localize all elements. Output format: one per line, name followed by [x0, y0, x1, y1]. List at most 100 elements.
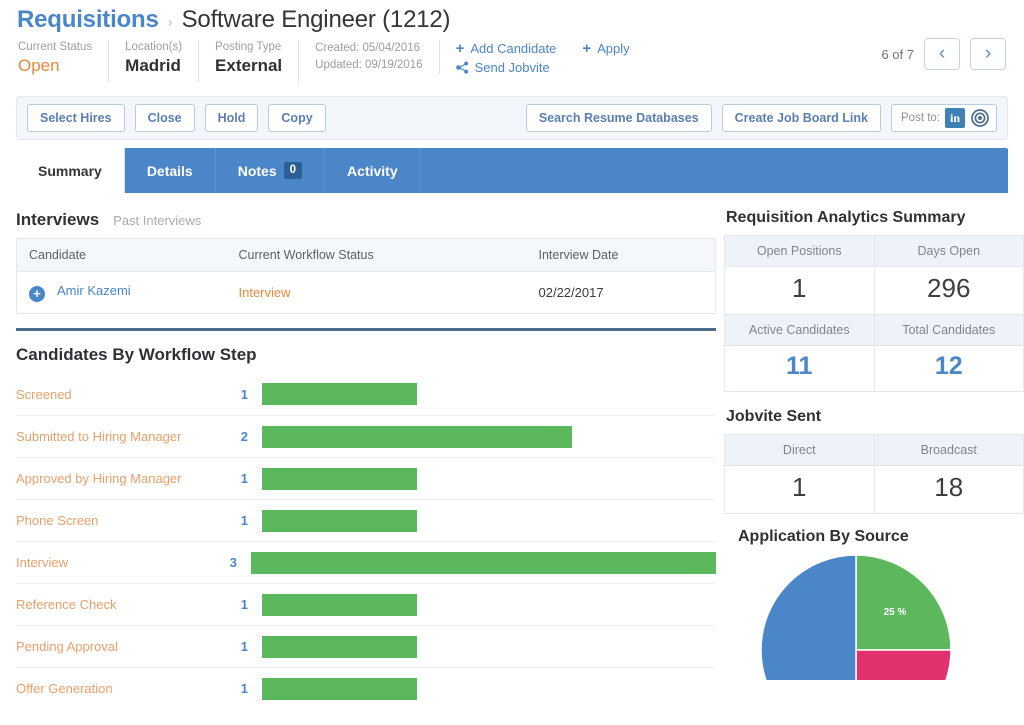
workflow-step-row: Pending Approval 1 — [16, 625, 716, 667]
interviews-header: Interviews Past Interviews — [16, 193, 716, 238]
tab-bar: Summary Details Notes 0 Activity — [16, 148, 1008, 193]
close-button[interactable]: Close — [134, 104, 195, 132]
pie-slice-label: 25 % — [884, 607, 907, 618]
workflow-bar-track — [248, 677, 716, 700]
workflow-step-label[interactable]: Pending Approval — [16, 638, 216, 655]
workflow-step-row: Offer Generation 1 — [16, 667, 716, 709]
workflow-step-label[interactable]: Submitted to Hiring Manager — [16, 428, 216, 445]
send-jobvite-link[interactable]: Send Jobvite — [455, 60, 557, 75]
stat-label: Open Positions — [724, 235, 875, 267]
workflow-step-label[interactable]: Offer Generation — [16, 680, 216, 697]
pie-slice[interactable] — [855, 554, 952, 651]
stat-value: 296 — [873, 266, 1024, 315]
post-to-label: Post to: — [901, 112, 940, 124]
tab-activity-label: Activity — [347, 162, 398, 179]
tab-notes-badge: 0 — [283, 162, 303, 179]
col-interview-date: Interview Date — [526, 238, 716, 272]
col-workflow-status: Current Workflow Status — [226, 238, 527, 272]
analytics-table: Open Positions Days Open 1 296 Active Candid… — [724, 235, 1024, 392]
workflow-step-row: Submitted to Hiring Manager 2 — [16, 415, 716, 457]
workflow-step-row: Phone Screen 1 — [16, 499, 716, 541]
workflow-step-label[interactable]: Screened — [16, 386, 216, 403]
add-candidate-link[interactable]: + Add Candidate — [455, 39, 557, 57]
meta-current-status: Current Status Open — [18, 40, 110, 82]
workflow-step-count: 1 — [240, 681, 248, 696]
plus-icon: + — [455, 39, 465, 57]
select-hires-button[interactable]: Select Hires — [27, 104, 125, 132]
stat-label-row: Open Positions Days Open — [724, 235, 1024, 267]
next-record-button[interactable]: › — [970, 38, 1006, 70]
tab-details-label: Details — [146, 162, 193, 179]
workflow-step-count: 2 — [240, 429, 248, 444]
interviews-table-header-row: Candidate Current Workflow Status Interv… — [16, 238, 716, 272]
breadcrumb-requisitions-link[interactable]: Requisitions — [17, 6, 159, 34]
workflow-bar-track — [248, 593, 716, 616]
apply-link[interactable]: + Apply — [582, 39, 630, 57]
stat-label-row: Direct Broadcast — [724, 434, 1024, 466]
workflow-bar — [262, 593, 417, 616]
tab-summary-label: Summary — [38, 162, 102, 179]
linkedin-icon[interactable]: in — [945, 108, 965, 128]
meta-locations-label: Location(s) — [125, 41, 183, 53]
meta-locations-value: Madrid — [125, 56, 181, 75]
stat-value: 18 — [873, 465, 1024, 514]
candidate-link[interactable]: Amir Kazemi — [57, 283, 131, 298]
prev-record-button[interactable]: ‹ — [924, 38, 960, 70]
workflow-step-count: 1 — [240, 471, 248, 486]
workflow-step-label[interactable]: Interview — [16, 554, 207, 571]
cell-interview-date: 02/22/2017 — [526, 271, 716, 314]
workflow-bar-track — [248, 635, 716, 658]
hold-button[interactable]: Hold — [204, 104, 259, 132]
post-to-group: Post to: in — [891, 104, 997, 132]
pager-count: 6 of 7 — [881, 46, 914, 62]
workflow-bar — [262, 509, 417, 532]
search-resume-databases-button[interactable]: Search Resume Databases — [525, 104, 712, 132]
expand-icon[interactable]: + — [29, 286, 45, 302]
workflow-step-row: Interview 3 — [16, 541, 716, 583]
pie-svg: 25 %25 % — [760, 554, 952, 680]
tab-summary[interactable]: Summary — [16, 148, 125, 193]
action-toolbar: Select Hires Close Hold Copy Search Resu… — [16, 96, 1008, 140]
left-column: Interviews Past Interviews Candidate Cur… — [16, 193, 716, 709]
send-jobvite-label: Send Jobvite — [474, 60, 550, 75]
requisition-summary-page: Requisitions › Software Engineer (1212) … — [0, 0, 1024, 725]
application-by-source-title: Application By Source — [738, 528, 909, 545]
stat-value: 1 — [724, 465, 875, 514]
copy-button[interactable]: Copy — [268, 104, 326, 132]
breadcrumb: Requisitions › Software Engineer (1212) — [0, 0, 1024, 34]
stat-label: Days Open — [873, 235, 1024, 267]
workflow-bar-track — [248, 383, 716, 405]
workflow-step-count: 1 — [240, 513, 248, 528]
meta-posting-type: Posting Type External — [215, 40, 300, 82]
tab-details[interactable]: Details — [125, 148, 216, 193]
analytics-title: Requisition Analytics Summary — [726, 209, 966, 226]
right-column: Requisition Analytics Summary Open Posit… — [724, 193, 1024, 709]
tab-notes[interactable]: Notes 0 — [216, 148, 326, 193]
workflow-bar-track — [237, 551, 716, 574]
workflow-step-row: Approved by Hiring Manager 1 — [16, 457, 716, 499]
header-actions: + Add Candidate Send Jobvite + Apply — [455, 39, 630, 76]
past-interviews-link[interactable]: Past Interviews — [113, 213, 201, 228]
tab-notes-label: Notes — [237, 162, 277, 179]
interviews-title: Interviews — [16, 210, 100, 229]
stat-value: 11 — [724, 345, 875, 392]
jobvite-title: Jobvite Sent — [726, 408, 822, 425]
workflow-step-label[interactable]: Approved by Hiring Manager — [16, 470, 216, 487]
tab-activity[interactable]: Activity — [325, 148, 421, 193]
pie-slice[interactable] — [760, 554, 857, 680]
stat-value: 12 — [873, 345, 1024, 392]
workflow-step-label[interactable]: Reference Check — [16, 596, 216, 613]
pie-slice[interactable] — [855, 649, 952, 680]
apply-label: Apply — [597, 41, 630, 56]
workflow-step-label[interactable]: Phone Screen — [16, 512, 216, 529]
workflow-step-row: Reference Check 1 — [16, 583, 716, 625]
target-icon[interactable] — [970, 108, 990, 128]
stat-value-row: 1 296 — [724, 266, 1024, 315]
plus-icon: + — [582, 39, 592, 57]
workflow-bar — [262, 677, 417, 700]
stat-label-row: Active Candidates Total Candidates — [724, 314, 1024, 346]
meta-posting-type-value: External — [215, 56, 283, 75]
breadcrumb-separator: › — [167, 14, 173, 31]
create-job-board-link-button[interactable]: Create Job Board Link — [721, 104, 881, 132]
workflow-step-count: 1 — [240, 639, 248, 654]
